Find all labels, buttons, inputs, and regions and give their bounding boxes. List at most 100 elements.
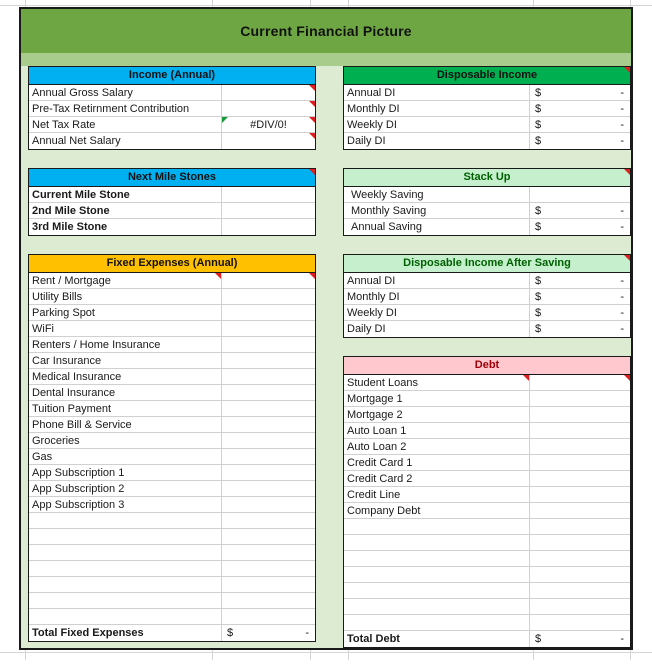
- debt-value-mortgage-1[interactable]: [529, 391, 630, 406]
- debt-value-row-13[interactable]: [529, 583, 630, 598]
- disposable-income-header: Disposable Income: [344, 67, 630, 85]
- fixed-expenses-value-gas[interactable]: [221, 449, 315, 464]
- comment-flag-icon: [309, 117, 315, 123]
- table-row: Renters / Home Insurance: [29, 337, 315, 353]
- stack-up-label-weekly-saving: Weekly Saving: [351, 189, 424, 201]
- comment-flag-icon: [309, 101, 315, 107]
- fixed-expenses-value-app-subscription-2[interactable]: [221, 481, 315, 496]
- currency-symbol: $: [535, 291, 542, 303]
- income-value-annual-gross-salary[interactable]: [221, 85, 315, 100]
- table-row: [344, 551, 630, 567]
- debt-value-credit-line[interactable]: [529, 487, 630, 502]
- income-value-pretax-retirement[interactable]: [221, 101, 315, 116]
- debt-label-auto-loan-1: Auto Loan 1: [347, 425, 407, 437]
- fixed-expenses-value-utility-bills[interactable]: [221, 289, 315, 304]
- disposable-income-block: Disposable Income Annual DI $ - Monthly DI $…: [343, 66, 631, 150]
- amount-text: -: [620, 307, 624, 319]
- income-block: Income (Annual) Annual Gross Salary Pre-…: [28, 66, 316, 150]
- fixed-expenses-value-renters-home-insurance[interactable]: [221, 337, 315, 352]
- debt-value-auto-loan-1[interactable]: [529, 423, 630, 438]
- table-row: Monthly Saving $ -: [344, 203, 630, 219]
- fixed-expenses-value-medical-insurance[interactable]: [221, 369, 315, 384]
- fixed-expenses-header-label: Fixed Expenses (Annual): [106, 257, 238, 269]
- fixed-expenses-value-parking-spot[interactable]: [221, 305, 315, 320]
- debt-value-row-11[interactable]: [529, 551, 630, 566]
- debt-value-mortgage-2[interactable]: [529, 407, 630, 422]
- dia-saving-value-weekly-di: $ -: [529, 305, 630, 320]
- table-row: Student Loans: [344, 375, 630, 391]
- fixed-expenses-value-dental-insurance[interactable]: [221, 385, 315, 400]
- table-row: Gas: [29, 449, 315, 465]
- debt-value-student-loans[interactable]: [529, 375, 630, 390]
- dia-saving-value-daily-di: $ -: [529, 321, 630, 337]
- milestones-value-2nd[interactable]: [221, 203, 315, 218]
- table-row: Monthly DI $ -: [344, 289, 630, 305]
- fixed-expenses-value-wifi[interactable]: [221, 321, 315, 336]
- debt-value-row-14[interactable]: [529, 599, 630, 614]
- debt-value-company-debt[interactable]: [529, 503, 630, 518]
- debt-value-row-10[interactable]: [529, 535, 630, 550]
- debt-total-label: Total Debt: [347, 633, 400, 645]
- fixed-expenses-label-renters-home-insurance: Renters / Home Insurance: [32, 339, 161, 351]
- fixed-expenses-value-row-19[interactable]: [221, 577, 315, 592]
- fixed-expenses-value-app-subscription-1[interactable]: [221, 465, 315, 480]
- milestones-label-2nd: 2nd Mile Stone: [32, 205, 110, 217]
- table-row: Net Tax Rate #DIV/0!: [29, 117, 315, 133]
- debt-label-credit-line: Credit Line: [347, 489, 401, 501]
- table-row: Dental Insurance: [29, 385, 315, 401]
- disposable-income-label-weekly-di: Weekly DI: [347, 119, 397, 131]
- milestones-label-3rd: 3rd Mile Stone: [32, 221, 108, 233]
- currency-symbol: $: [535, 135, 542, 147]
- milestones-value-3rd[interactable]: [221, 219, 315, 235]
- debt-value-row-9[interactable]: [529, 519, 630, 534]
- fixed-expenses-value-rent-mortgage[interactable]: [221, 273, 315, 288]
- income-value-annual-net-salary[interactable]: [221, 133, 315, 149]
- panel-body: Income (Annual) Annual Gross Salary Pre-…: [21, 66, 631, 648]
- fixed-expenses-value-app-subscription-3[interactable]: [221, 497, 315, 512]
- income-value-net-tax-rate[interactable]: #DIV/0!: [221, 117, 315, 132]
- table-row: Monthly DI $ -: [344, 101, 630, 117]
- fixed-expenses-value-tuition-payment[interactable]: [221, 401, 315, 416]
- dia-saving-label-annual-di: Annual DI: [347, 275, 396, 287]
- fixed-expenses-value-car-insurance[interactable]: [221, 353, 315, 368]
- fixed-expenses-label-gas: Gas: [32, 451, 53, 463]
- table-row: Auto Loan 2: [344, 439, 630, 455]
- table-row: Pre-Tax Retirnment Contribution: [29, 101, 315, 117]
- debt-value-row-15[interactable]: [529, 615, 630, 630]
- table-row: Weekly DI $ -: [344, 117, 630, 133]
- fixed-expenses-value-row-16[interactable]: [221, 529, 315, 544]
- table-row: [29, 561, 315, 577]
- debt-value-auto-loan-2[interactable]: [529, 439, 630, 454]
- disposable-income-value-monthly-di: $ -: [529, 101, 630, 116]
- table-row: Annual Net Salary: [29, 133, 315, 149]
- table-row: Auto Loan 1: [344, 423, 630, 439]
- comment-flag-icon: [624, 375, 630, 381]
- table-row: [344, 615, 630, 631]
- fixed-expenses-block: Fixed Expenses (Annual) Rent / Mortgage U…: [28, 254, 316, 642]
- stack-up-value-monthly-saving: $ -: [529, 203, 630, 218]
- fixed-expenses-label-row-17: [29, 545, 221, 560]
- table-row: Utility Bills: [29, 289, 315, 305]
- debt-label-row-14: [344, 599, 529, 614]
- fixed-expenses-value-groceries[interactable]: [221, 433, 315, 448]
- fixed-expenses-label-phone-bill-service: Phone Bill & Service: [32, 419, 132, 431]
- fixed-expenses-value-row-21[interactable]: [221, 609, 315, 624]
- fixed-expenses-value-row-17[interactable]: [221, 545, 315, 560]
- stack-up-header: Stack Up: [344, 169, 630, 187]
- debt-value-credit-card-2[interactable]: [529, 471, 630, 486]
- milestones-value-current[interactable]: [221, 187, 315, 202]
- table-row: [29, 609, 315, 625]
- debt-label-row-11: [344, 551, 529, 566]
- debt-label-row-9: [344, 519, 529, 534]
- debt-value-row-12[interactable]: [529, 567, 630, 582]
- income-value-net-tax-rate-text: #DIV/0!: [250, 119, 287, 131]
- fixed-expenses-value-phone-bill-service[interactable]: [221, 417, 315, 432]
- debt-value-credit-card-1[interactable]: [529, 455, 630, 470]
- stack-up-value-weekly-saving[interactable]: [529, 187, 630, 202]
- page-title-banner: Current Financial Picture: [21, 9, 631, 53]
- fixed-expenses-value-row-18[interactable]: [221, 561, 315, 576]
- fixed-expenses-value-row-15[interactable]: [221, 513, 315, 528]
- dia-saving-header-label: Disposable Income After Saving: [403, 257, 571, 269]
- amount-text: -: [305, 627, 309, 639]
- fixed-expenses-value-row-20[interactable]: [221, 593, 315, 608]
